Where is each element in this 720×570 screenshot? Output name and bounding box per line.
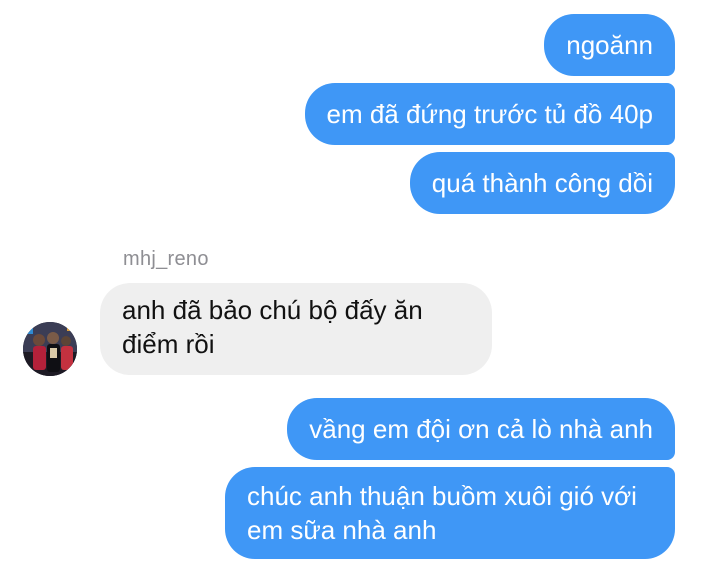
sender-avatar[interactable] bbox=[23, 322, 77, 376]
incoming-message-bubble[interactable]: anh đã bảo chú bộ đấy ăn điểm rồi bbox=[100, 283, 492, 375]
sender-name-label: mhj_reno bbox=[123, 248, 209, 270]
outgoing-message-bubble[interactable]: ngoănn bbox=[544, 14, 675, 76]
chat-thread: ngoănn em đã đứng trước tủ đồ 40p quá th… bbox=[0, 0, 720, 570]
outgoing-message-bubble[interactable]: vầng em đội ơn cả lò nhà anh bbox=[287, 398, 675, 460]
avatar-photo-icon bbox=[23, 322, 77, 376]
outgoing-message-bubble[interactable]: chúc anh thuận buồm xuôi gió với em sữa … bbox=[225, 467, 675, 559]
outgoing-message-bubble[interactable]: quá thành công dồi bbox=[409, 152, 675, 214]
outgoing-message-bubble[interactable]: em đã đứng trước tủ đồ 40p bbox=[304, 83, 675, 145]
